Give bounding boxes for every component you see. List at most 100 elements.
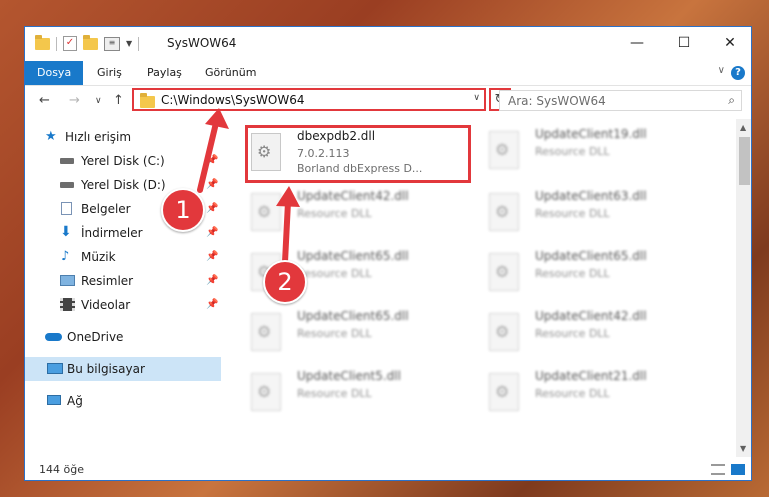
folder-icon	[35, 34, 50, 50]
sidebar-item-label: Ağ	[67, 394, 83, 408]
vertical-scrollbar[interactable]: ▲ ▼	[736, 119, 751, 457]
network-icon	[47, 395, 61, 405]
pin-icon[interactable]: 📌	[206, 245, 218, 269]
video-icon	[60, 298, 75, 311]
details-view-icon[interactable]	[711, 464, 725, 475]
cloud-icon	[45, 333, 62, 341]
scroll-up-icon[interactable]: ▲	[740, 123, 746, 132]
quick-access-toolbar: ✓ ≡ ▼	[35, 34, 140, 51]
file-description: Resource DLL	[535, 145, 610, 158]
file-description: Resource DLL	[297, 387, 372, 400]
pin-icon[interactable]: 📌	[206, 221, 218, 245]
document-icon	[61, 202, 72, 215]
sidebar-item-quick-access[interactable]: ★ Hızlı erişim	[25, 125, 221, 149]
dll-file-icon	[251, 193, 281, 231]
file-name: UpdateClient65.dll	[535, 249, 647, 263]
properties-check-icon[interactable]: ✓	[63, 36, 77, 51]
file-tile[interactable]: UpdateClient19.dll Resource DLL	[489, 125, 709, 181]
dll-file-icon	[251, 313, 281, 351]
file-tile[interactable]: UpdateClient21.dll Resource DLL	[489, 367, 709, 423]
file-description: Resource DLL	[535, 207, 610, 220]
pin-icon[interactable]: 📌	[206, 269, 218, 293]
address-path[interactable]: C:\Windows\SysWOW64	[161, 93, 305, 107]
drive-icon	[60, 182, 74, 188]
collapse-ribbon-icon[interactable]: ∨	[718, 65, 725, 76]
file-description: Resource DLL	[297, 327, 372, 340]
picture-icon	[60, 275, 75, 286]
forward-button[interactable]: →	[69, 93, 80, 108]
star-icon: ★	[45, 129, 57, 144]
file-tile[interactable]: UpdateClient65.dll Resource DLL	[251, 307, 471, 363]
file-tile[interactable]: UpdateClient63.dll Resource DLL	[489, 187, 709, 243]
dll-file-icon	[489, 313, 519, 351]
ribbon-tabs: Dosya Giriş Paylaş Görünüm ∨ ?	[25, 61, 751, 86]
file-explorer-window: ✓ ≡ ▼ SysWOW64 — ☐ ✕ Dosya Giriş Paylaş …	[24, 26, 752, 481]
file-name: UpdateClient42.dll	[535, 309, 647, 323]
dll-file-icon	[489, 131, 519, 169]
file-description: Resource DLL	[535, 387, 610, 400]
sidebar-item-label: Resimler	[81, 274, 134, 288]
tab-dosya[interactable]: Dosya	[25, 61, 84, 85]
close-button[interactable]: ✕	[707, 27, 751, 59]
sidebar-item-label: İndirmeler	[81, 226, 143, 240]
music-icon: ♪	[61, 249, 70, 264]
sidebar-item-videolar[interactable]: Videolar 📌	[25, 293, 221, 317]
help-icon[interactable]: ?	[731, 66, 745, 80]
minimize-button[interactable]: —	[614, 27, 660, 59]
file-description: Resource DLL	[535, 267, 610, 280]
sidebar-item-ag[interactable]: Ağ	[25, 389, 221, 413]
file-name: UpdateClient42.dll	[297, 189, 409, 203]
search-placeholder[interactable]: Ara: SysWOW64	[508, 94, 606, 108]
file-name: UpdateClient5.dll	[297, 369, 401, 383]
search-icon[interactable]: ⌕	[728, 93, 735, 108]
sidebar-item-muzik[interactable]: ♪ Müzik 📌	[25, 245, 221, 269]
recent-locations-button[interactable]: ∨	[95, 96, 102, 106]
file-tile[interactable]: UpdateClient42.dll Resource DLL	[489, 307, 709, 363]
file-description: Resource DLL	[297, 267, 372, 280]
scroll-thumb[interactable]	[739, 137, 750, 185]
customize-toolbar-icon[interactable]: ≡	[104, 36, 120, 51]
file-tile[interactable]: UpdateClient65.dll Resource DLL	[489, 247, 709, 303]
pin-icon[interactable]: 📌	[206, 173, 218, 197]
toolbar-divider	[56, 36, 57, 51]
tab-gorunum[interactable]: Görünüm	[205, 61, 256, 85]
toolbar-dropdown-icon[interactable]: ▼	[126, 39, 132, 48]
dll-file-icon	[251, 373, 281, 411]
sidebar-item-bu-bilgisayar[interactable]: Bu bilgisayar	[25, 357, 221, 381]
scroll-down-icon[interactable]: ▼	[740, 444, 746, 453]
pin-icon[interactable]: 📌	[206, 149, 218, 173]
annotation-badge-2: 2	[263, 260, 307, 304]
download-icon: ⬇	[60, 224, 72, 240]
back-button[interactable]: ←	[39, 93, 50, 108]
tab-paylas[interactable]: Paylaş	[147, 61, 182, 85]
address-folder-icon	[140, 93, 155, 108]
address-dropdown-icon[interactable]: ∨	[473, 93, 480, 103]
maximize-button[interactable]: ☐	[661, 27, 707, 59]
title-divider	[138, 36, 140, 51]
sidebar-item-resimler[interactable]: Resimler 📌	[25, 269, 221, 293]
file-name: UpdateClient63.dll	[535, 189, 647, 203]
address-bar[interactable]: C:\Windows\SysWOW64 ∨	[132, 88, 486, 111]
sidebar-item-disk-c[interactable]: Yerel Disk (C:) 📌	[25, 149, 221, 173]
drive-icon	[60, 158, 74, 164]
navigation-bar: ← → ∨ ↑ C:\Windows\SysWOW64 ∨ ↻ Ara: Sys…	[25, 85, 751, 119]
dll-file-icon	[489, 253, 519, 291]
pin-icon[interactable]: 📌	[206, 293, 218, 317]
new-folder-icon[interactable]	[83, 34, 98, 50]
up-button[interactable]: ↑	[113, 93, 124, 108]
pin-icon[interactable]: 📌	[206, 197, 218, 221]
sidebar-item-label: Videolar	[81, 298, 131, 312]
tab-giris[interactable]: Giriş	[97, 61, 122, 85]
sidebar-item-onedrive[interactable]: OneDrive	[25, 325, 221, 349]
highlight-box	[245, 125, 471, 183]
annotation-badge-1: 1	[161, 188, 205, 232]
file-tile[interactable]: UpdateClient42.dll Resource DLL	[251, 187, 471, 243]
large-icons-view-icon[interactable]	[731, 464, 745, 475]
file-description: Resource DLL	[297, 207, 372, 220]
file-tile[interactable]: UpdateClient5.dll Resource DLL	[251, 367, 471, 423]
status-bar: 144 öğe	[25, 457, 751, 480]
sidebar-item-label: Hızlı erişim	[65, 130, 132, 144]
navigation-pane: ★ Hızlı erişim Yerel Disk (C:) 📌 Yerel D…	[25, 119, 221, 457]
item-count: 144 öğe	[39, 463, 84, 476]
search-box[interactable]: Ara: SysWOW64 ⌕	[499, 90, 742, 111]
